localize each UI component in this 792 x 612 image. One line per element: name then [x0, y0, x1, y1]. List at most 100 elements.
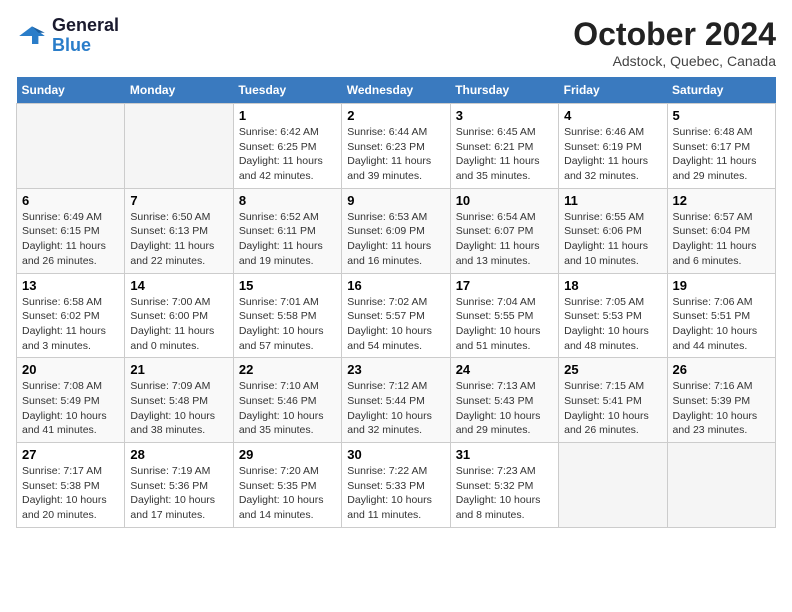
day-info: Sunrise: 7:01 AMSunset: 5:58 PMDaylight:… — [239, 295, 336, 354]
month-title: October 2024 — [573, 16, 776, 53]
day-info: Sunrise: 6:48 AMSunset: 6:17 PMDaylight:… — [673, 125, 770, 184]
day-number: 21 — [130, 362, 227, 377]
calendar-cell: 18Sunrise: 7:05 AMSunset: 5:53 PMDayligh… — [559, 273, 667, 358]
calendar-cell: 5 Sunrise: 6:48 AMSunset: 6:17 PMDaylight… — [667, 104, 775, 189]
calendar-cell: 24 Sunrise: 7:13 AMSunset: 5:43 PMDayligh… — [450, 358, 558, 443]
day-number: 13 — [22, 278, 119, 293]
calendar-cell — [17, 104, 125, 189]
calendar-cell: 7Sunrise: 6:50 AMSunset: 6:13 PMDaylight… — [125, 188, 233, 273]
calendar-cell: 6 Sunrise: 6:49 AMSunset: 6:15 PMDaylight… — [17, 188, 125, 273]
title-block: October 2024 Adstock, Quebec, Canada — [573, 16, 776, 69]
weekday-header: Saturday — [667, 77, 775, 104]
calendar-cell: 1 Sunrise: 6:42 AMSunset: 6:25 PMDaylight… — [233, 104, 341, 189]
calendar-cell: 2 Sunrise: 6:44 AMSunset: 6:23 PMDaylight… — [342, 104, 450, 189]
day-number: 5 — [673, 108, 770, 123]
weekday-header: Monday — [125, 77, 233, 104]
day-info: Sunrise: 6:49 AMSunset: 6:15 PMDaylight:… — [22, 210, 119, 269]
day-info: Sunrise: 6:44 AMSunset: 6:23 PMDaylight:… — [347, 125, 444, 184]
day-info: Sunrise: 6:42 AMSunset: 6:25 PMDaylight:… — [239, 125, 336, 184]
day-info: Sunrise: 7:20 AMSunset: 5:35 PMDaylight:… — [239, 464, 336, 523]
calendar-cell: 8 Sunrise: 6:52 AMSunset: 6:11 PMDaylight… — [233, 188, 341, 273]
day-info: Sunrise: 7:06 AMSunset: 5:51 PMDaylight:… — [673, 295, 770, 354]
day-info: Sunrise: 6:46 AMSunset: 6:19 PMDaylight:… — [564, 125, 661, 184]
calendar-cell: 13 Sunrise: 6:58 AMSunset: 6:02 PMDayligh… — [17, 273, 125, 358]
day-info: Sunrise: 6:55 AMSunset: 6:06 PMDaylight:… — [564, 210, 661, 269]
day-number: 4 — [564, 108, 661, 123]
day-number: 10 — [456, 193, 553, 208]
logo-bird-icon — [16, 20, 48, 52]
calendar-cell — [559, 443, 667, 528]
calendar-cell: 10 Sunrise: 6:54 AMSunset: 6:07 PMDayligh… — [450, 188, 558, 273]
day-info: Sunrise: 7:12 AMSunset: 5:44 PMDaylight:… — [347, 379, 444, 438]
day-info: Sunrise: 6:54 AMSunset: 6:07 PMDaylight:… — [456, 210, 553, 269]
day-info: Sunrise: 7:04 AMSunset: 5:55 PMDaylight:… — [456, 295, 553, 354]
calendar-cell: 26 Sunrise: 7:16 AMSunset: 5:39 PMDayligh… — [667, 358, 775, 443]
calendar-week-row: 20 Sunrise: 7:08 AMSunset: 5:49 PMDayligh… — [17, 358, 776, 443]
day-number: 20 — [22, 362, 119, 377]
day-info: Sunrise: 6:45 AMSunset: 6:21 PMDaylight:… — [456, 125, 553, 184]
calendar-cell: 21 Sunrise: 7:09 AMSunset: 5:48 PMDayligh… — [125, 358, 233, 443]
day-number: 6 — [22, 193, 119, 208]
calendar-cell: 14 Sunrise: 7:00 AMSunset: 6:00 PMDayligh… — [125, 273, 233, 358]
day-number: 8 — [239, 193, 336, 208]
day-number: 16 — [347, 278, 444, 293]
calendar-cell: 11 Sunrise: 6:55 AMSunset: 6:06 PMDayligh… — [559, 188, 667, 273]
calendar-cell: 4 Sunrise: 6:46 AMSunset: 6:19 PMDaylight… — [559, 104, 667, 189]
logo: General Blue — [16, 16, 119, 56]
calendar-cell: 12 Sunrise: 6:57 AMSunset: 6:04 PMDayligh… — [667, 188, 775, 273]
calendar-cell: 27 Sunrise: 7:17 AMSunset: 5:38 PMDayligh… — [17, 443, 125, 528]
calendar-cell: 15 Sunrise: 7:01 AMSunset: 5:58 PMDayligh… — [233, 273, 341, 358]
day-info: Sunrise: 7:02 AMSunset: 5:57 PMDaylight:… — [347, 295, 444, 354]
day-info: Sunrise: 7:08 AMSunset: 5:49 PMDaylight:… — [22, 379, 119, 438]
day-number: 31 — [456, 447, 553, 462]
calendar-week-row: 13 Sunrise: 6:58 AMSunset: 6:02 PMDayligh… — [17, 273, 776, 358]
page-header: General Blue October 2024 Adstock, Quebe… — [16, 16, 776, 69]
calendar-cell: 17Sunrise: 7:04 AMSunset: 5:55 PMDayligh… — [450, 273, 558, 358]
weekday-header: Friday — [559, 77, 667, 104]
day-number: 27 — [22, 447, 119, 462]
calendar-cell: 28Sunrise: 7:19 AMSunset: 5:36 PMDayligh… — [125, 443, 233, 528]
day-info: Sunrise: 7:13 AMSunset: 5:43 PMDaylight:… — [456, 379, 553, 438]
weekday-header: Tuesday — [233, 77, 341, 104]
calendar-cell: 29 Sunrise: 7:20 AMSunset: 5:35 PMDayligh… — [233, 443, 341, 528]
day-number: 12 — [673, 193, 770, 208]
day-info: Sunrise: 6:52 AMSunset: 6:11 PMDaylight:… — [239, 210, 336, 269]
logo-general: General — [52, 16, 119, 36]
weekday-header: Thursday — [450, 77, 558, 104]
day-info: Sunrise: 6:53 AMSunset: 6:09 PMDaylight:… — [347, 210, 444, 269]
day-number: 30 — [347, 447, 444, 462]
day-number: 28 — [130, 447, 227, 462]
day-number: 14 — [130, 278, 227, 293]
day-number: 11 — [564, 193, 661, 208]
calendar-cell: 30 Sunrise: 7:22 AMSunset: 5:33 PMDayligh… — [342, 443, 450, 528]
location: Adstock, Quebec, Canada — [573, 53, 776, 69]
day-number: 3 — [456, 108, 553, 123]
calendar-week-row: 1 Sunrise: 6:42 AMSunset: 6:25 PMDaylight… — [17, 104, 776, 189]
logo-blue: Blue — [52, 36, 119, 56]
day-number: 2 — [347, 108, 444, 123]
day-info: Sunrise: 7:23 AMSunset: 5:32 PMDaylight:… — [456, 464, 553, 523]
day-number: 1 — [239, 108, 336, 123]
day-number: 23 — [347, 362, 444, 377]
day-info: Sunrise: 7:10 AMSunset: 5:46 PMDaylight:… — [239, 379, 336, 438]
day-info: Sunrise: 6:58 AMSunset: 6:02 PMDaylight:… — [22, 295, 119, 354]
day-info: Sunrise: 7:22 AMSunset: 5:33 PMDaylight:… — [347, 464, 444, 523]
calendar-cell: 22Sunrise: 7:10 AMSunset: 5:46 PMDayligh… — [233, 358, 341, 443]
calendar-cell: 9 Sunrise: 6:53 AMSunset: 6:09 PMDaylight… — [342, 188, 450, 273]
day-number: 26 — [673, 362, 770, 377]
day-info: Sunrise: 6:50 AMSunset: 6:13 PMDaylight:… — [130, 210, 227, 269]
day-number: 19 — [673, 278, 770, 293]
calendar-cell: 20 Sunrise: 7:08 AMSunset: 5:49 PMDayligh… — [17, 358, 125, 443]
calendar-cell: 25Sunrise: 7:15 AMSunset: 5:41 PMDayligh… — [559, 358, 667, 443]
day-number: 29 — [239, 447, 336, 462]
day-number: 15 — [239, 278, 336, 293]
day-info: Sunrise: 7:09 AMSunset: 5:48 PMDaylight:… — [130, 379, 227, 438]
day-info: Sunrise: 7:16 AMSunset: 5:39 PMDaylight:… — [673, 379, 770, 438]
day-info: Sunrise: 7:00 AMSunset: 6:00 PMDaylight:… — [130, 295, 227, 354]
day-number: 24 — [456, 362, 553, 377]
calendar-table: SundayMondayTuesdayWednesdayThursdayFrid… — [16, 77, 776, 528]
calendar-week-row: 6 Sunrise: 6:49 AMSunset: 6:15 PMDaylight… — [17, 188, 776, 273]
day-info: Sunrise: 7:17 AMSunset: 5:38 PMDaylight:… — [22, 464, 119, 523]
day-info: Sunrise: 6:57 AMSunset: 6:04 PMDaylight:… — [673, 210, 770, 269]
day-number: 9 — [347, 193, 444, 208]
